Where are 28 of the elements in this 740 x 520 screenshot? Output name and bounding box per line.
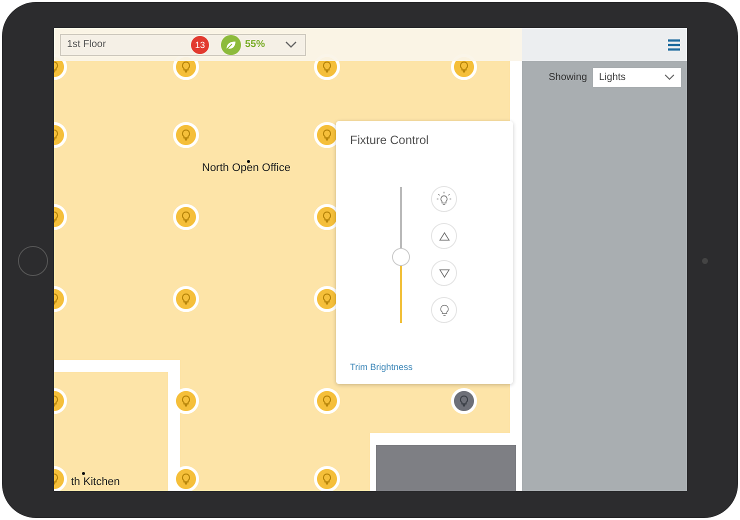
floor-selector[interactable]: 1st Floor 13 55% [60, 34, 306, 56]
bright-bulb-icon [436, 191, 452, 207]
camera-icon [702, 258, 708, 264]
leaf-icon [220, 34, 241, 54]
select-value: Lights [599, 72, 626, 83]
room-label: North Open Office [202, 162, 290, 174]
light-bulb-icon[interactable] [451, 388, 477, 414]
chevron-down-icon [664, 74, 675, 81]
location-dot [82, 472, 85, 475]
room-label: th Kitchen [71, 476, 120, 488]
trim-brightness-link[interactable]: Trim Brightness [350, 362, 499, 372]
home-button[interactable] [18, 246, 48, 276]
down-triangle-icon [438, 268, 450, 278]
filter-label: Showing [548, 72, 587, 83]
layer-select[interactable]: Lights [593, 68, 681, 87]
floor-name: 1st Floor [67, 39, 107, 50]
slider-thumb[interactable] [392, 248, 410, 266]
panel-title: Fixture Control [350, 133, 430, 147]
up-triangle-button[interactable] [431, 223, 457, 249]
menu-icon[interactable] [668, 38, 680, 50]
location-dot [247, 160, 250, 163]
down-triangle-button[interactable] [431, 260, 457, 286]
bulb-button[interactable] [431, 297, 457, 323]
bright-bulb-button[interactable] [431, 186, 457, 212]
chevron-down-icon [285, 40, 297, 48]
alert-count-badge: 13 [190, 36, 209, 54]
energy-savings: 55% [244, 39, 265, 50]
up-triangle-icon [438, 230, 450, 242]
